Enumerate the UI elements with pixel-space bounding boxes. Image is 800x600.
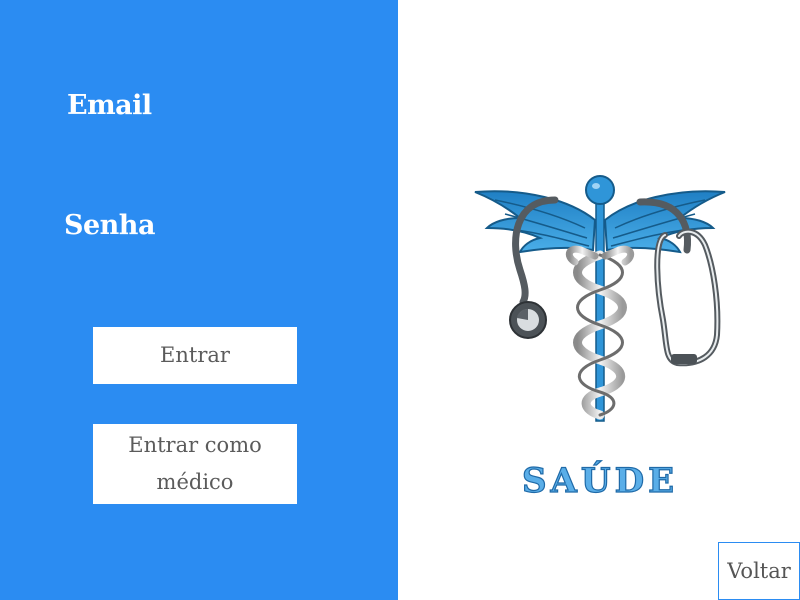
health-logo: SAÚDE: [474, 175, 726, 502]
caduceus-stethoscope-icon: [474, 175, 726, 422]
password-label: Senha: [64, 210, 155, 241]
login-panel: Email Senha Entrar Entrar como médico: [0, 0, 398, 600]
back-button[interactable]: Voltar: [718, 542, 800, 600]
login-doctor-button[interactable]: Entrar como médico: [93, 424, 297, 504]
logo-text: SAÚDE: [522, 460, 678, 501]
email-label: Email: [67, 90, 152, 121]
login-button[interactable]: Entrar: [93, 327, 297, 384]
